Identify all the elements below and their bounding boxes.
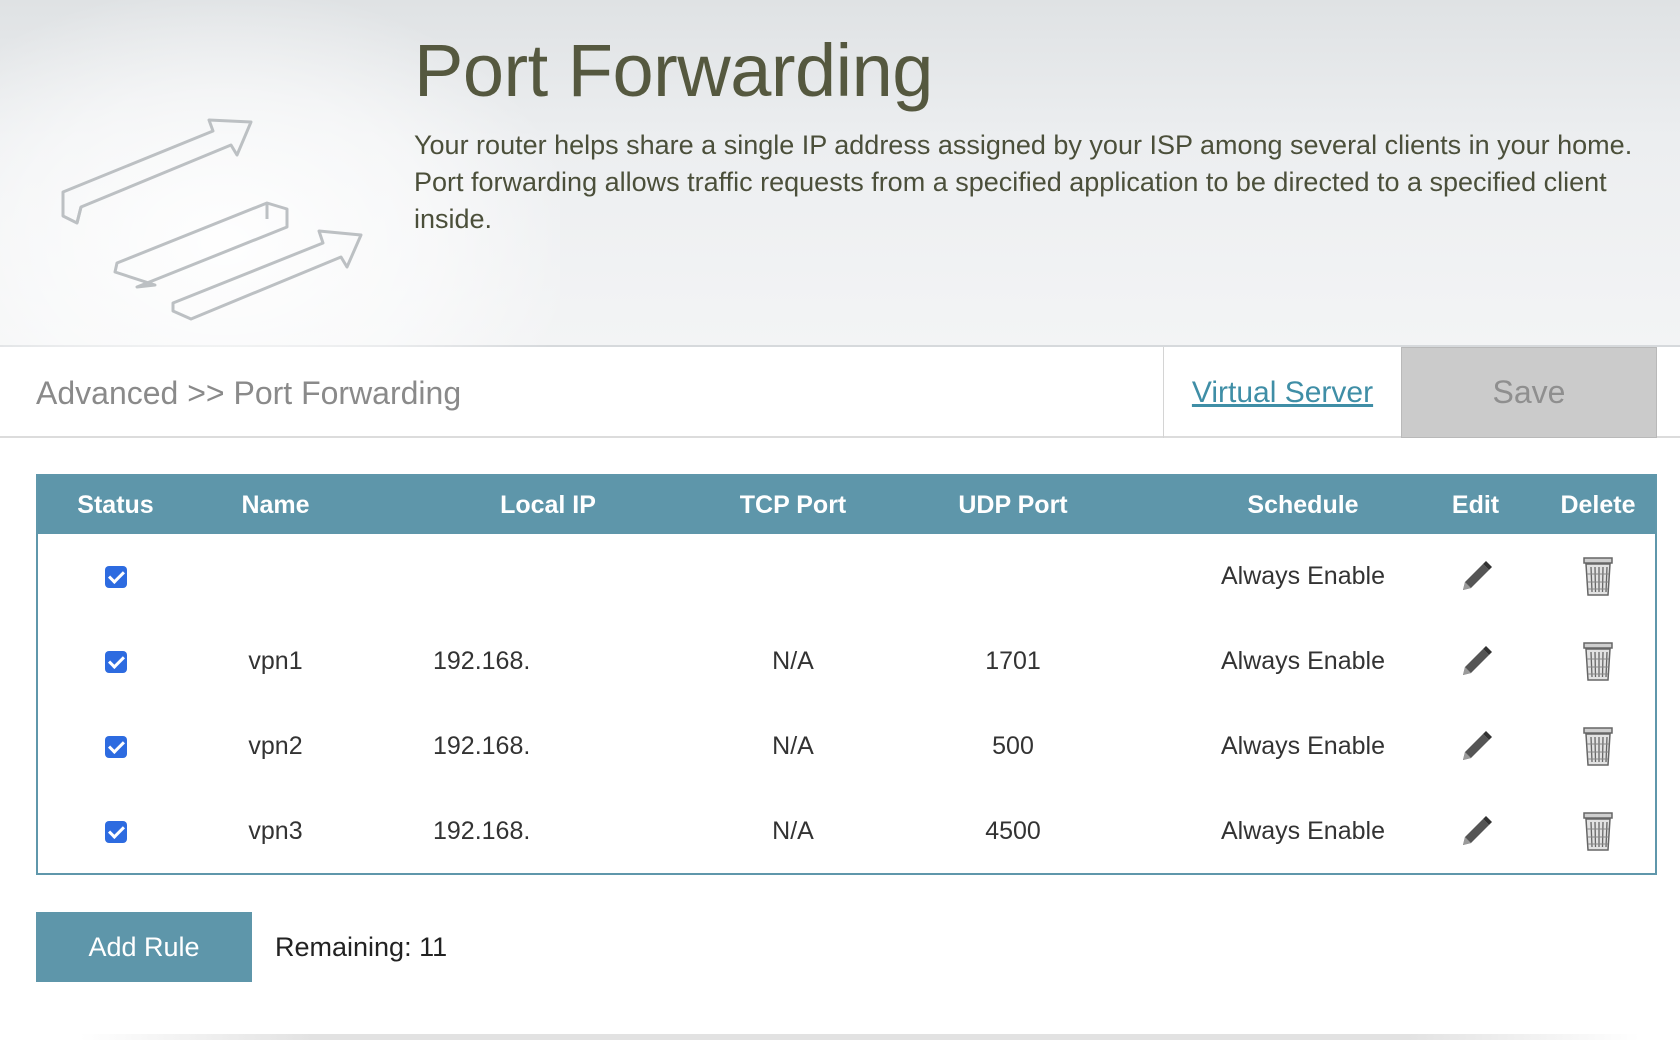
pencil-icon[interactable] bbox=[1457, 643, 1495, 681]
column-header-status: Status bbox=[77, 491, 154, 519]
virtual-server-link[interactable]: Virtual Server bbox=[1163, 347, 1401, 438]
column-header-name: Name bbox=[241, 491, 310, 519]
edit-cell bbox=[1428, 534, 1523, 619]
add-rule-button[interactable]: Add Rule bbox=[36, 912, 252, 982]
local-ip-cell: 192.168. bbox=[433, 647, 531, 675]
pencil-icon[interactable] bbox=[1457, 813, 1495, 851]
delete-cell bbox=[1543, 789, 1653, 874]
delete-cell bbox=[1543, 619, 1653, 704]
tcp-port-cell bbox=[668, 534, 918, 619]
tcp-port-cell: N/A bbox=[772, 647, 814, 675]
table-row: vpn3 192.168. N/A 4500 Always Enable bbox=[38, 789, 1655, 874]
table-header: Status Name Local IP TCP Port UDP Port S… bbox=[38, 476, 1655, 534]
local-ip-cell: 192.168. bbox=[433, 732, 531, 760]
page-description: Your router helps share a single IP addr… bbox=[414, 130, 1633, 234]
port-forwarding-table: Status Name Local IP TCP Port UDP Port S… bbox=[36, 474, 1657, 875]
breadcrumb: Advanced >> Port Forwarding bbox=[36, 375, 462, 411]
local-ip-cell bbox=[433, 534, 673, 619]
name-cell bbox=[193, 534, 358, 619]
tcp-port-cell: N/A bbox=[772, 817, 814, 845]
remaining-count: 11 bbox=[419, 932, 448, 962]
udp-port-cell: 500 bbox=[992, 732, 1034, 760]
footer-divider bbox=[80, 1034, 1640, 1040]
port-forwarding-arrows-icon bbox=[61, 118, 363, 321]
edit-cell bbox=[1428, 789, 1523, 874]
status-checkbox[interactable] bbox=[104, 566, 127, 589]
udp-port-cell: 1701 bbox=[985, 647, 1041, 675]
trash-icon[interactable] bbox=[1581, 811, 1615, 853]
delete-cell bbox=[1543, 704, 1653, 789]
delete-cell bbox=[1543, 534, 1653, 619]
remaining-label: Remaining: bbox=[275, 932, 412, 962]
column-header-local-ip: Local IP bbox=[500, 491, 596, 519]
trash-icon[interactable] bbox=[1581, 726, 1615, 768]
table-row: vpn1 192.168. N/A 1701 Always Enable bbox=[38, 619, 1655, 704]
column-header-edit: Edit bbox=[1451, 491, 1500, 519]
save-button[interactable]: Save bbox=[1401, 347, 1657, 438]
status-cell bbox=[38, 619, 193, 704]
column-header-delete: Delete bbox=[1560, 491, 1636, 519]
local-ip-cell: 192.168. bbox=[433, 817, 531, 845]
edit-cell bbox=[1428, 619, 1523, 704]
trash-icon[interactable] bbox=[1581, 556, 1615, 598]
status-checkbox[interactable] bbox=[104, 651, 127, 674]
toolbar: Advanced >> Port Forwarding Virtual Serv… bbox=[0, 347, 1680, 438]
tcp-port-cell: N/A bbox=[772, 732, 814, 760]
status-cell bbox=[38, 789, 193, 874]
table-row: vpn2 192.168. N/A 500 Always Enable bbox=[38, 704, 1655, 789]
column-header-udp-port: UDP Port bbox=[958, 491, 1068, 519]
edit-cell bbox=[1428, 704, 1523, 789]
status-cell bbox=[38, 704, 193, 789]
name-cell: vpn1 bbox=[248, 647, 303, 675]
name-cell: vpn3 bbox=[248, 817, 303, 845]
page-header: Port Forwarding Your router helps share … bbox=[0, 0, 1680, 347]
udp-port-cell: 4500 bbox=[985, 817, 1041, 845]
status-checkbox[interactable] bbox=[104, 821, 127, 844]
page-title: Port Forwarding bbox=[414, 29, 933, 112]
remaining-rules: Remaining: 11 bbox=[275, 932, 447, 963]
status-cell bbox=[38, 534, 193, 619]
pencil-icon[interactable] bbox=[1457, 728, 1495, 766]
column-header-tcp-port: TCP Port bbox=[739, 491, 847, 519]
table-row: Always Enable bbox=[38, 534, 1655, 619]
trash-icon[interactable] bbox=[1581, 641, 1615, 683]
name-cell: vpn2 bbox=[248, 732, 303, 760]
udp-port-cell bbox=[918, 534, 1108, 619]
pencil-icon[interactable] bbox=[1457, 558, 1495, 596]
status-checkbox[interactable] bbox=[104, 736, 127, 759]
